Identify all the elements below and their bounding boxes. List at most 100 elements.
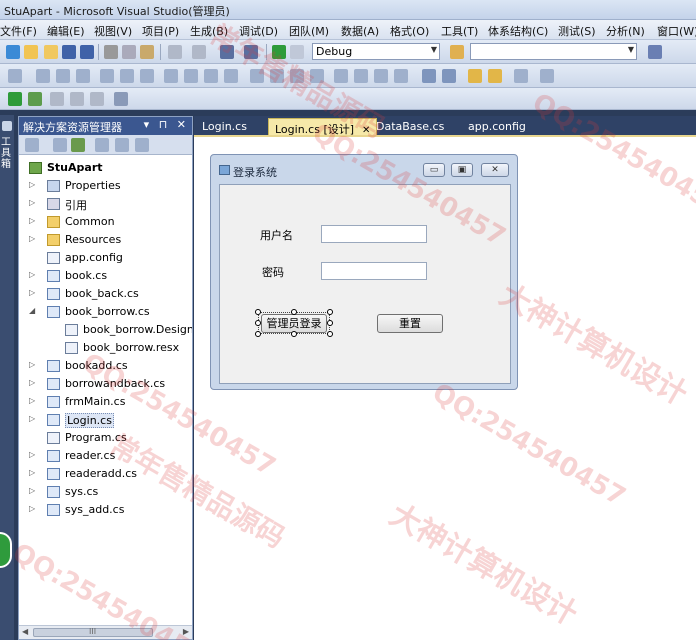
align-tops-icon[interactable] bbox=[100, 69, 114, 83]
menu-build[interactable]: 生成(B) bbox=[190, 23, 228, 39]
tree-item[interactable]: Program.cs bbox=[19, 429, 192, 447]
tree-item[interactable]: ▷ book_back.cs bbox=[19, 285, 192, 303]
tree-item[interactable]: ◢ book_borrow.cs bbox=[19, 303, 192, 321]
maximize-button[interactable]: ▣ bbox=[451, 163, 473, 177]
menu-format[interactable]: 格式(O) bbox=[390, 23, 429, 39]
tree-item[interactable]: ▷ 引用 bbox=[19, 195, 192, 213]
expand-arrow-icon[interactable]: ▷ bbox=[29, 198, 35, 207]
close-button[interactable]: ✕ bbox=[481, 163, 509, 177]
undo-icon[interactable] bbox=[168, 45, 182, 59]
resize-handle[interactable] bbox=[255, 331, 261, 337]
center-horizontally-icon[interactable] bbox=[422, 69, 436, 83]
tree-item[interactable]: ▷ sys_add.cs bbox=[19, 501, 192, 519]
tree-item[interactable]: app.config bbox=[19, 249, 192, 267]
show-all-files-icon[interactable] bbox=[53, 138, 67, 152]
center-vertically-icon[interactable] bbox=[442, 69, 456, 83]
save-icon[interactable] bbox=[62, 45, 76, 59]
navigate-back-icon[interactable] bbox=[220, 45, 234, 59]
tree-item[interactable]: ▷ sys.cs bbox=[19, 483, 192, 501]
vertical-spacing-icon[interactable] bbox=[334, 69, 348, 83]
tree-item[interactable]: ▷ Properties bbox=[19, 177, 192, 195]
tree-item[interactable]: book_borrow.Designer.cs bbox=[19, 321, 192, 339]
expand-arrow-icon[interactable]: ▷ bbox=[29, 234, 35, 243]
increase-hspacing-icon[interactable] bbox=[270, 69, 284, 83]
menu-data[interactable]: 数据(A) bbox=[341, 23, 379, 39]
menu-file[interactable]: 文件(F) bbox=[0, 23, 37, 39]
run-icon[interactable] bbox=[8, 92, 22, 106]
tree-item-selected[interactable]: ▷ Login.cs bbox=[19, 411, 192, 429]
login-form-window[interactable]: 登录系统 ▭ ▣ ✕ 用户名 密码 管理员登录 重置 bbox=[210, 154, 518, 390]
menu-project[interactable]: 项目(P) bbox=[142, 23, 179, 39]
open-file-icon[interactable] bbox=[44, 45, 58, 59]
tree-item[interactable]: ▷ Common bbox=[19, 213, 192, 231]
new-project-icon[interactable] bbox=[6, 45, 20, 59]
expand-arrow-icon[interactable]: ▷ bbox=[29, 360, 35, 369]
expand-arrow-icon[interactable]: ▷ bbox=[29, 180, 35, 189]
collapse-arrow-icon[interactable]: ◢ bbox=[29, 306, 35, 315]
redo-icon[interactable] bbox=[192, 45, 206, 59]
navigate-forward-icon[interactable] bbox=[244, 45, 258, 59]
resize-handle[interactable] bbox=[327, 309, 333, 315]
panel-controls[interactable]: ▾ ⊓ ✕ bbox=[144, 118, 189, 131]
username-textbox[interactable] bbox=[321, 225, 427, 243]
remove-vspacing-icon[interactable] bbox=[394, 69, 408, 83]
resize-handle[interactable] bbox=[327, 331, 333, 337]
tree-item[interactable]: ▷ borrowandback.cs bbox=[19, 375, 192, 393]
scroll-left-icon[interactable]: ◀ bbox=[22, 627, 28, 636]
make-same-width-icon[interactable] bbox=[164, 69, 178, 83]
menu-analyze[interactable]: 分析(N) bbox=[606, 23, 645, 39]
align-to-grid-icon[interactable] bbox=[8, 69, 22, 83]
view-designer-icon[interactable] bbox=[115, 138, 129, 152]
cut-icon[interactable] bbox=[104, 45, 118, 59]
horizontal-spacing-icon[interactable] bbox=[250, 69, 264, 83]
tree-item[interactable]: ▷ Resources bbox=[19, 231, 192, 249]
expand-arrow-icon[interactable]: ▷ bbox=[29, 468, 35, 477]
tree-item[interactable]: ▷ frmMain.cs bbox=[19, 393, 192, 411]
align-lefts-icon[interactable] bbox=[36, 69, 50, 83]
menu-team[interactable]: 团队(M) bbox=[289, 23, 329, 39]
menu-tools[interactable]: 工具(T) bbox=[441, 23, 478, 39]
expand-arrow-icon[interactable]: ▷ bbox=[29, 504, 35, 513]
tab-login-cs[interactable]: Login.cs bbox=[196, 118, 253, 135]
make-same-size-icon[interactable] bbox=[224, 69, 238, 83]
password-textbox[interactable] bbox=[321, 262, 427, 280]
resize-handle[interactable] bbox=[291, 309, 297, 315]
decrease-hspacing-icon[interactable] bbox=[290, 69, 304, 83]
step-icon[interactable] bbox=[28, 92, 42, 106]
solution-config-select[interactable]: Debug ▼ bbox=[312, 43, 440, 60]
expand-arrow-icon[interactable]: ▷ bbox=[29, 378, 35, 387]
menu-architecture[interactable]: 体系结构(C) bbox=[488, 23, 548, 39]
resize-handle[interactable] bbox=[255, 309, 261, 315]
save-all-icon[interactable] bbox=[80, 45, 94, 59]
make-same-height-icon[interactable] bbox=[204, 69, 218, 83]
resize-handle[interactable] bbox=[255, 320, 261, 326]
start-debug-icon[interactable] bbox=[272, 45, 286, 59]
menu-view[interactable]: 视图(V) bbox=[94, 23, 132, 39]
expand-arrow-icon[interactable]: ▷ bbox=[29, 486, 35, 495]
pause-icon[interactable] bbox=[50, 92, 64, 106]
tree-project[interactable]: StuApart bbox=[19, 159, 192, 177]
tree-item[interactable]: ▷ bookadd.cs bbox=[19, 357, 192, 375]
expand-arrow-icon[interactable]: ▷ bbox=[29, 450, 35, 459]
tab-database-cs[interactable]: DataBase.cs bbox=[370, 118, 450, 135]
menu-edit[interactable]: 编辑(E) bbox=[47, 23, 85, 39]
remove-hspacing-icon[interactable] bbox=[310, 69, 324, 83]
resize-handle[interactable] bbox=[291, 331, 297, 337]
expand-arrow-icon[interactable]: ▷ bbox=[29, 414, 35, 423]
tree-item[interactable]: ▷ reader.cs bbox=[19, 447, 192, 465]
increase-vspacing-icon[interactable] bbox=[354, 69, 368, 83]
align-centers-icon[interactable] bbox=[56, 69, 70, 83]
stop-icon[interactable] bbox=[70, 92, 84, 106]
align-rights-icon[interactable] bbox=[76, 69, 90, 83]
properties-icon[interactable] bbox=[25, 138, 39, 152]
add-item-icon[interactable] bbox=[24, 45, 38, 59]
expand-arrow-icon[interactable]: ▷ bbox=[29, 288, 35, 297]
bring-to-front-icon[interactable] bbox=[468, 69, 482, 83]
expand-arrow-icon[interactable]: ▷ bbox=[29, 270, 35, 279]
horizontal-scrollbar[interactable]: ◀ III ▶ bbox=[19, 625, 192, 639]
resize-handle[interactable] bbox=[327, 320, 333, 326]
reset-button[interactable]: 重置 bbox=[377, 314, 443, 333]
menu-window[interactable]: 窗口(W) bbox=[657, 23, 696, 39]
expand-arrow-icon[interactable]: ▷ bbox=[29, 396, 35, 405]
tree-item[interactable]: ▷ book.cs bbox=[19, 267, 192, 285]
